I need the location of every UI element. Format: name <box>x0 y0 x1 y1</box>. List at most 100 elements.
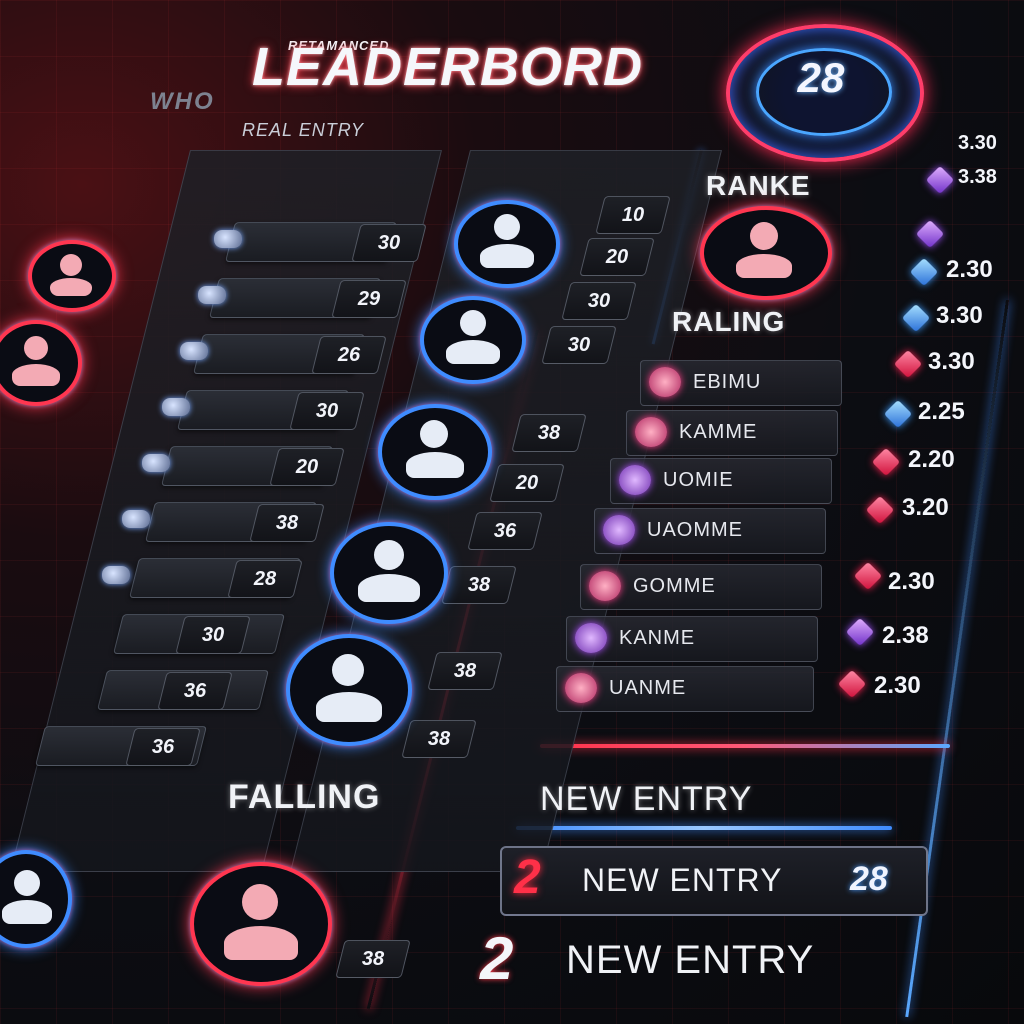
player-avatar[interactable] <box>454 200 560 288</box>
user-icon <box>374 540 404 570</box>
player-avatar[interactable] <box>190 862 332 986</box>
score-cell: 38 <box>335 940 411 978</box>
status-indicator <box>102 566 130 584</box>
user-icon <box>420 420 448 448</box>
player-avatar[interactable] <box>378 404 492 500</box>
score-value: 36 <box>493 520 517 542</box>
score-cell: 36 <box>125 728 201 766</box>
score-cell: 10 <box>595 196 671 234</box>
user-icon <box>736 254 792 278</box>
subtitle: REAL ENTRY <box>242 120 365 140</box>
status-indicator <box>198 286 226 304</box>
player-avatar[interactable] <box>330 522 448 624</box>
featured-player-avatar[interactable] <box>700 206 832 300</box>
new-entry-text: NEW ENTRY <box>582 862 783 898</box>
score-cell: 38 <box>427 652 503 690</box>
user-icon <box>750 222 778 250</box>
rising-label: RALING <box>672 306 786 337</box>
score-value: 20 <box>605 246 629 268</box>
score-cell: 20 <box>579 238 655 276</box>
side-logo: WHO <box>150 88 215 115</box>
rising-list-item[interactable]: KANME <box>566 616 818 662</box>
score-value: 20 <box>295 456 319 478</box>
gem-icon <box>871 447 901 477</box>
rising-list-item[interactable]: UAOMME <box>594 508 826 554</box>
user-icon <box>14 870 40 896</box>
score-value: 38 <box>537 422 561 444</box>
leaderboard-stage: RETAMANCED LEADERBORD WHO REAL ENTRY 28 … <box>0 0 1024 1024</box>
gem-icon <box>909 257 939 287</box>
score-value: 3.30 <box>928 348 975 375</box>
user-icon <box>358 574 420 602</box>
score-value: 30 <box>315 400 339 422</box>
avatar-icon <box>649 367 681 397</box>
new-entry-heading: NEW ENTRY <box>540 780 753 818</box>
score-cell: 38 <box>511 414 587 452</box>
score-value: 28 <box>253 568 277 590</box>
player-avatar[interactable] <box>28 240 116 312</box>
status-indicator <box>180 342 208 360</box>
rising-list-item[interactable]: GOMME <box>580 564 822 610</box>
avatar-icon <box>619 465 651 495</box>
player-avatar[interactable] <box>286 634 412 746</box>
score-cell: 28 <box>227 560 303 598</box>
score-cell: 38 <box>249 504 325 542</box>
user-icon <box>50 278 92 296</box>
score-value: 3.38 <box>958 166 997 188</box>
gem-icon <box>853 561 883 591</box>
rising-list-item[interactable]: KAMME <box>626 410 838 456</box>
player-name: UOMIE <box>663 469 734 491</box>
score-cell: 29 <box>331 280 407 318</box>
new-entry-row[interactable]: 2 NEW ENTRY 28 <box>500 846 928 916</box>
gem-icon <box>845 617 875 647</box>
score-value: 2.30 <box>874 672 921 699</box>
falling-label: FALLING <box>228 778 381 816</box>
player-name: EBIMU <box>693 371 762 393</box>
player-avatar[interactable] <box>0 320 82 406</box>
player-name: KAMME <box>679 421 758 443</box>
gem-icon <box>915 219 945 249</box>
user-icon <box>446 340 500 364</box>
score-value: 30 <box>201 624 225 646</box>
player-name: GOMME <box>633 575 716 597</box>
rising-list-item[interactable]: UANME <box>556 666 814 712</box>
score-value: 38 <box>467 574 491 596</box>
score-cell: 20 <box>269 448 345 486</box>
score-value: 2.30 <box>946 256 993 283</box>
score-cell: 38 <box>441 566 517 604</box>
gem-icon <box>925 165 955 195</box>
score-value: 10 <box>621 204 645 226</box>
user-icon <box>12 364 60 386</box>
score-cell: 26 <box>311 336 387 374</box>
score-value: 38 <box>361 948 385 970</box>
rising-list-item[interactable]: EBIMU <box>640 360 842 406</box>
score-value: 30 <box>587 290 611 312</box>
user-icon <box>242 884 278 920</box>
status-indicator <box>162 398 190 416</box>
score-cell: 30 <box>541 326 617 364</box>
leaderboard-title: LEADERBORD <box>252 37 644 97</box>
gem-icon <box>893 349 923 379</box>
avatar-icon <box>565 673 597 703</box>
score-value: 3.20 <box>902 494 949 521</box>
score-value: 20 <box>515 472 539 494</box>
player-name: KANME <box>619 627 696 649</box>
avatar-icon <box>575 623 607 653</box>
status-indicator <box>142 454 170 472</box>
new-entry-score: 28 <box>850 860 888 898</box>
score-value: 3.30 <box>936 302 983 329</box>
user-icon <box>2 900 52 924</box>
score-cell: 30 <box>289 392 365 430</box>
score-cell: 30 <box>351 224 427 262</box>
score-value: 3.30 <box>958 132 997 154</box>
score-value: 26 <box>337 344 361 366</box>
ranked-label: RANKE <box>706 170 811 201</box>
user-icon <box>494 214 520 240</box>
player-avatar[interactable] <box>420 296 526 384</box>
current-rank-badge[interactable]: 28 <box>726 24 924 162</box>
rising-list-item[interactable]: UOMIE <box>610 458 832 504</box>
player-name: UAOMME <box>647 519 743 541</box>
neon-rule-upper <box>540 744 950 748</box>
score-value: 30 <box>567 334 591 356</box>
score-cell: 38 <box>401 720 477 758</box>
